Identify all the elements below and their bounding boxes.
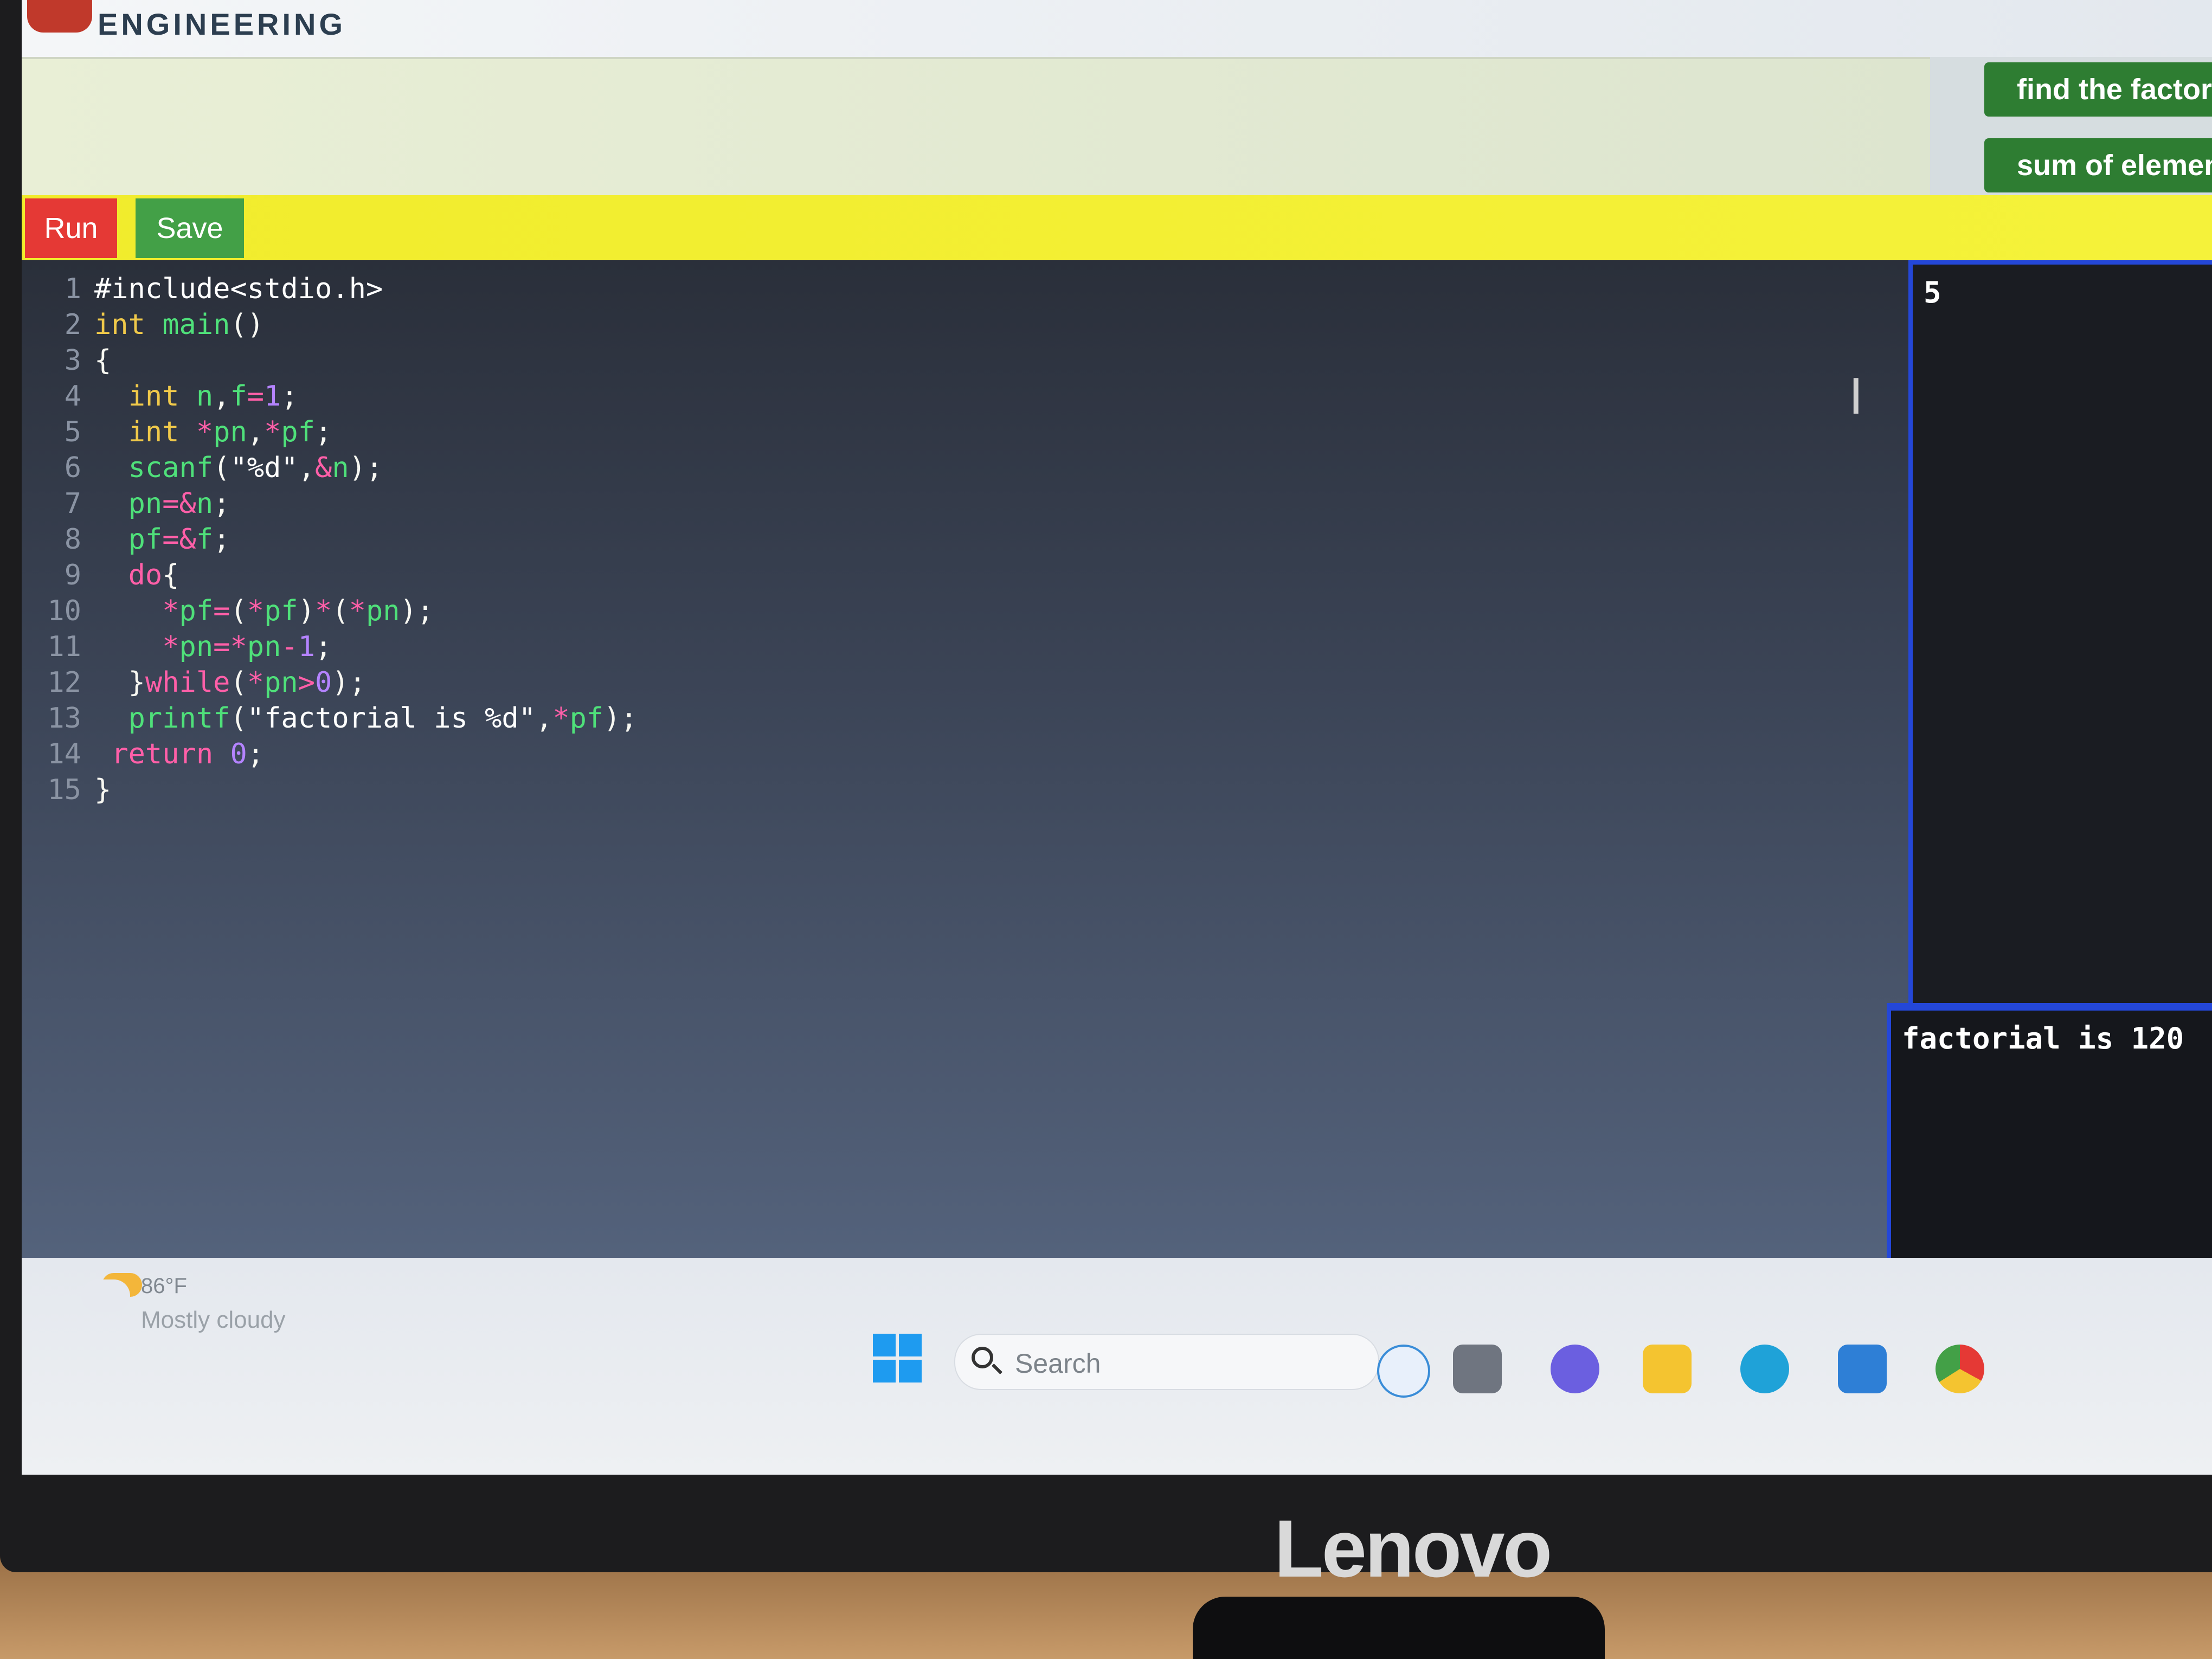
site-header: ENGINEERING [22,0,2212,57]
code-line: 2 int main() [64,308,265,341]
text-cursor-icon: I [1849,369,1863,426]
code-line: 14 return 0; [47,738,265,770]
code-line: 15} [47,774,112,806]
input-pane[interactable]: 5 [1908,260,2212,1003]
code-line: 12 }while(*pn>0); [47,666,366,699]
code-line: 13 printf("factorial is %d",*pf); [47,702,638,735]
code-line: 8 pf=&f; [64,523,230,556]
chat-icon[interactable] [1551,1345,1599,1393]
search-placeholder: Search [1015,1348,1101,1379]
logo-text: ENGINEERING [98,7,346,41]
chrome-icon[interactable] [1935,1345,1984,1393]
weather-temp: 86°F [141,1274,187,1298]
monitor-brand: Lenovo [1274,1503,1552,1594]
output-text: factorial is 120 [1902,1021,2184,1056]
monitor-stand [1193,1597,1605,1659]
store-icon[interactable] [1838,1345,1887,1393]
input-text: 5 [1924,275,1941,310]
edge-icon[interactable] [1740,1345,1789,1393]
code-line: 1 #include<stdio.h> [64,273,383,305]
code-line: 11 *pn=*pn-1; [47,631,332,663]
code-line: 4 int n,f=1; [64,380,298,413]
code-line: 7 pn=&n; [64,487,230,520]
file-explorer-icon[interactable] [1643,1345,1692,1393]
code-line: 6 scanf("%d",&n); [64,452,383,484]
run-button[interactable]: Run [25,198,117,258]
bing-icon[interactable] [1377,1345,1430,1398]
save-button[interactable]: Save [136,198,244,258]
windows-start-icon[interactable] [873,1334,922,1382]
problem-factorial-button[interactable]: find the factoria [1984,62,2212,117]
header-panel [22,57,1930,197]
taskbar: 86°F Mostly cloudy Search [22,1258,2212,1475]
toolbar: Run Save [22,195,2212,260]
logo-icon [27,0,92,33]
code-line: 5 int *pn,*pf; [64,416,332,448]
code-line: 10 *pf=(*pf)*(*pn); [47,595,434,627]
taskbar-search[interactable]: Search [954,1334,1379,1390]
screen: ENGINEERING find the factoria sum of ele… [22,0,2212,1475]
problem-sum-button[interactable]: sum of elements [1984,138,2212,192]
code-line: 9 do{ [64,559,179,591]
code-line: 3{ [64,344,112,377]
search-icon [972,1347,993,1368]
code-editor[interactable]: 1 #include<stdio.h> 2 int main() 3{ 4 int … [22,260,1908,1312]
weather-cloud-icon[interactable] [81,1279,130,1312]
task-view-icon[interactable] [1453,1345,1502,1393]
weather-desc: Mostly cloudy [141,1307,286,1333]
problem-list: find the factoria sum of elements [1930,57,2212,195]
